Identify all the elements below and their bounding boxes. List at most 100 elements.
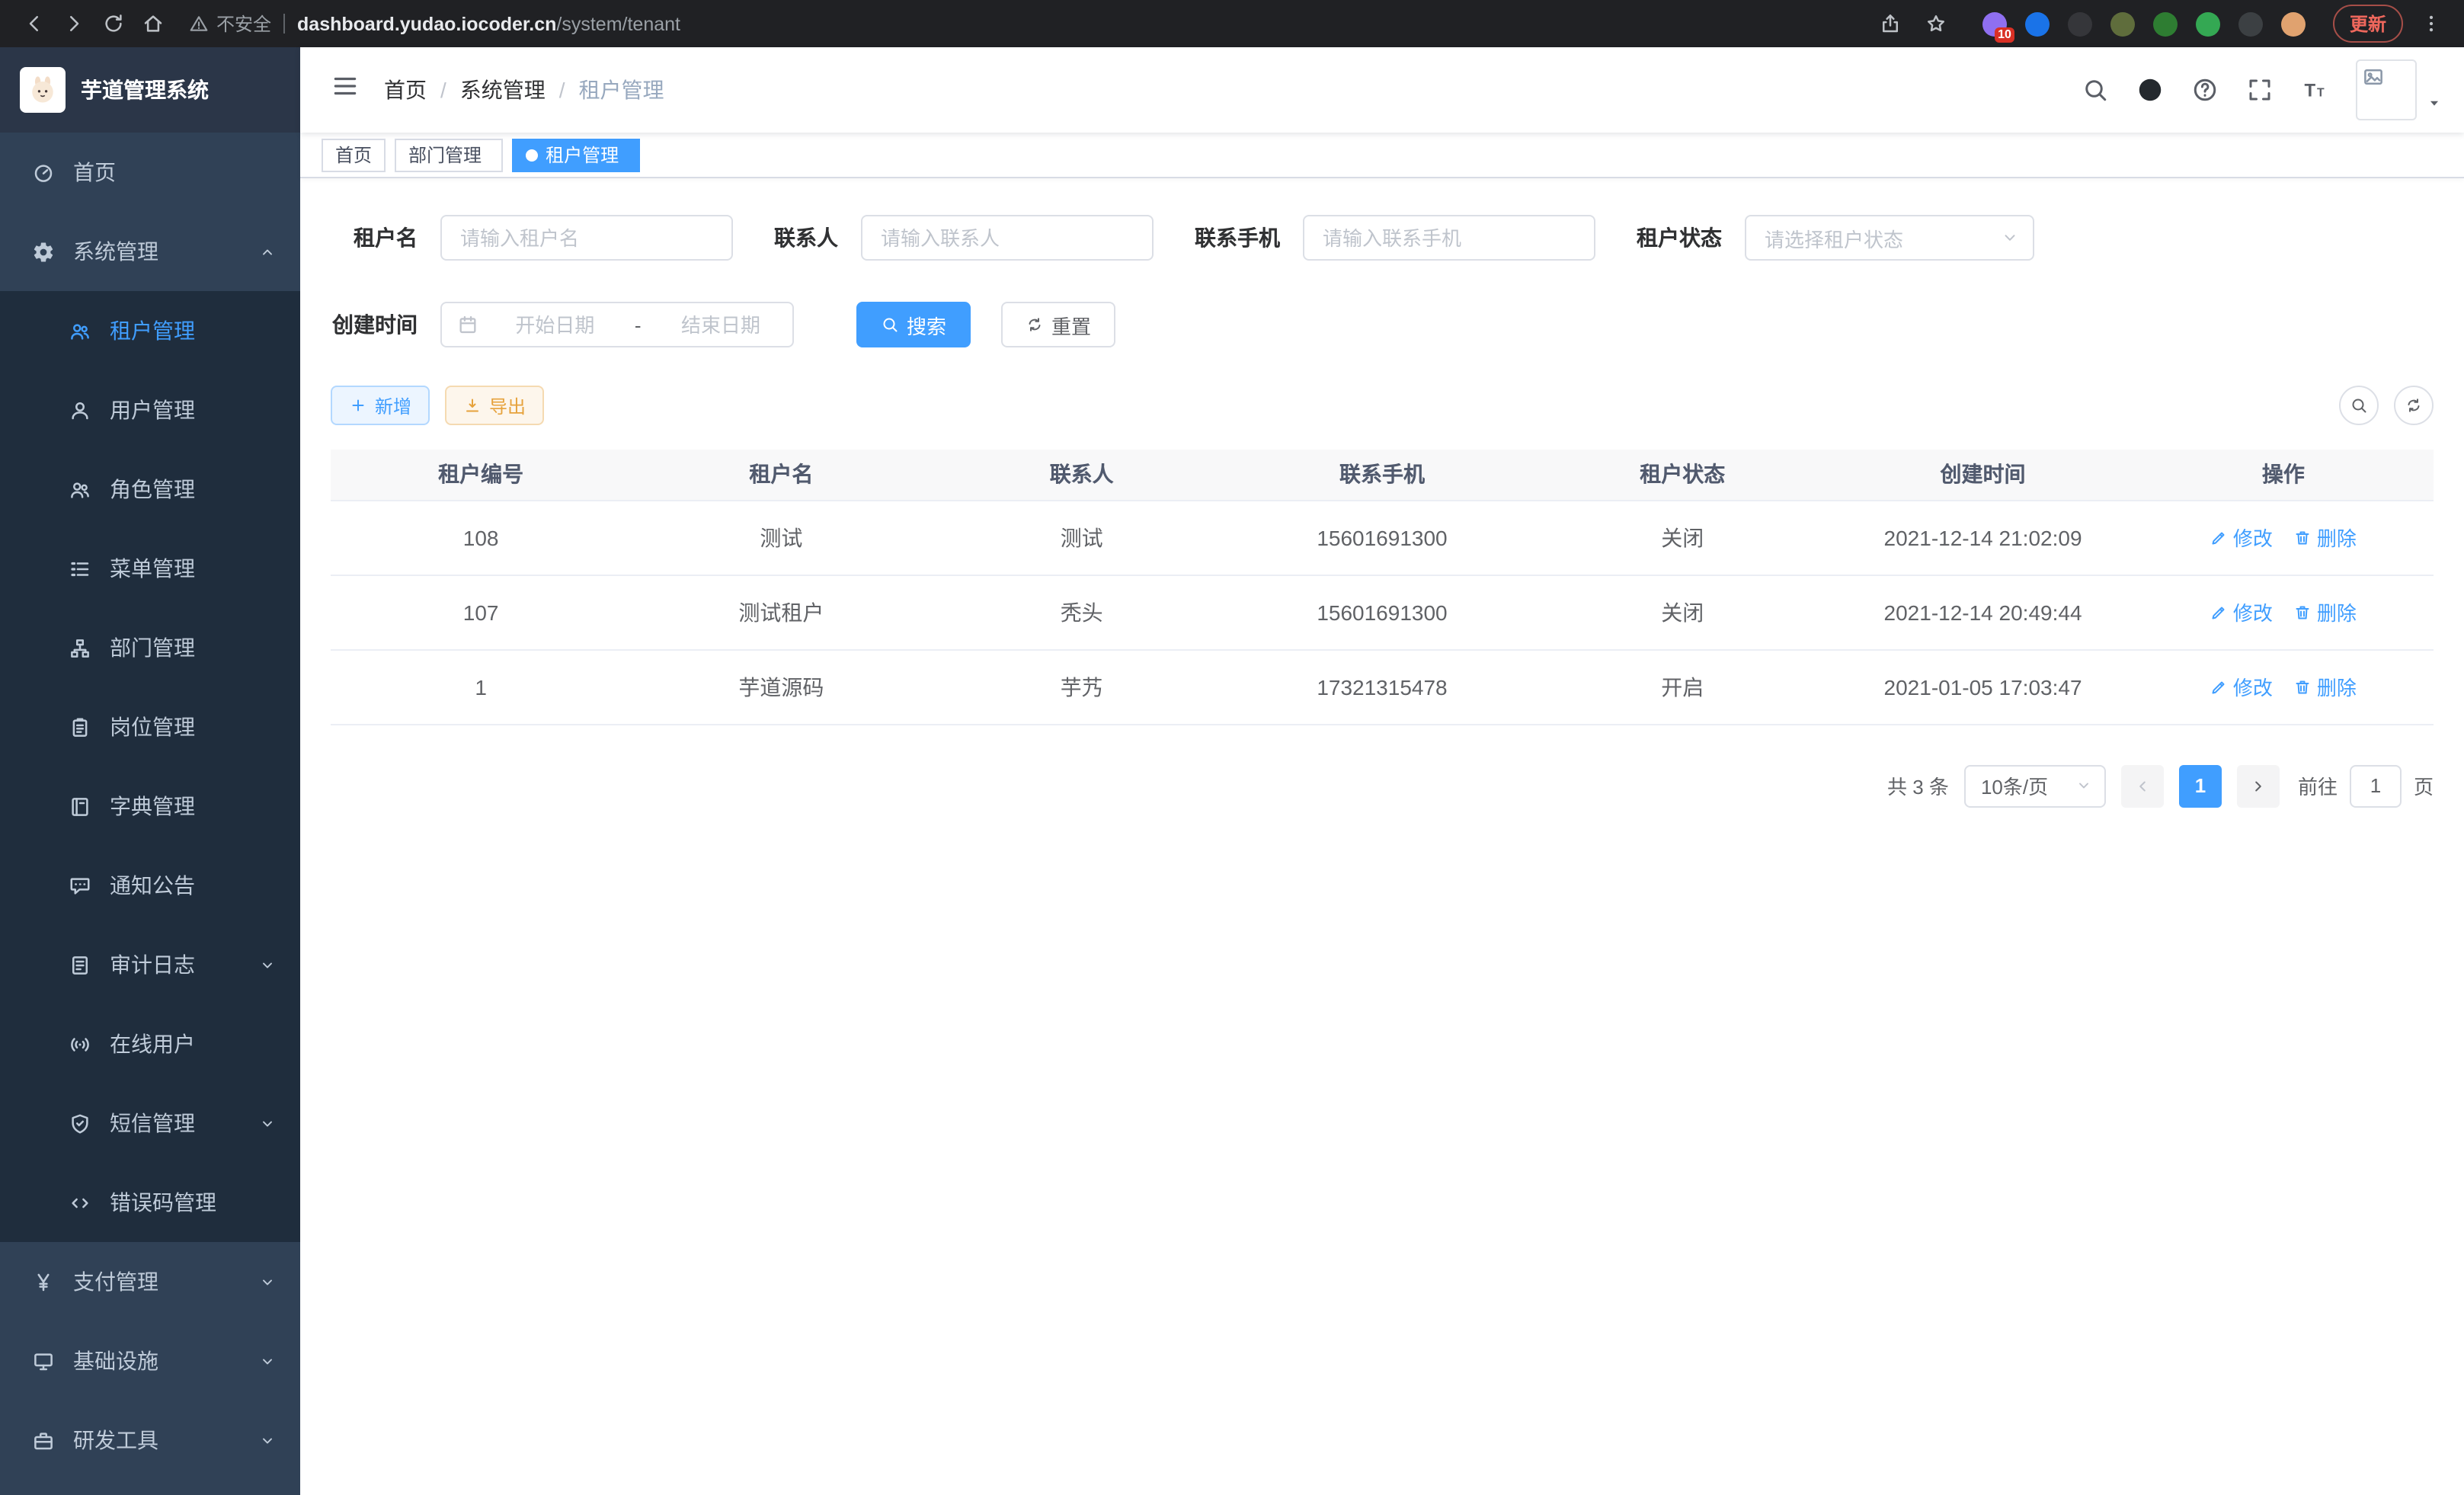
breadcrumb-separator: / <box>559 78 565 102</box>
view-tab-0[interactable]: 首页 <box>322 138 386 171</box>
status-select[interactable]: 请选择租户状态 <box>1745 215 2034 261</box>
extension-icon[interactable] <box>2025 11 2050 36</box>
browser-forward-button[interactable] <box>55 5 91 42</box>
add-button[interactable]: 新增 <box>331 386 430 425</box>
font-size-button[interactable]: TT <box>2301 76 2328 104</box>
chevron-down-icon <box>259 1273 276 1290</box>
sidebar-item-online-user[interactable]: 在线用户 <box>0 1004 300 1084</box>
start-date-input[interactable] <box>498 313 611 336</box>
table-row: 107测试租户秃头15601691300关闭2021-12-14 20:49:4… <box>331 575 2434 649</box>
sidebar-item-dict[interactable]: 字典管理 <box>0 767 300 846</box>
page-1-button[interactable]: 1 <box>2179 764 2222 807</box>
chevron-down-icon <box>259 956 276 973</box>
share-button[interactable] <box>1873 5 1909 42</box>
collapse-sidebar-button[interactable] <box>322 71 369 109</box>
date-range-separator: - <box>632 313 645 336</box>
extension-icon[interactable] <box>2196 11 2220 36</box>
share-icon <box>1880 12 1902 35</box>
user-menu[interactable] <box>2356 59 2443 120</box>
extension-icon[interactable] <box>2238 11 2263 36</box>
sidebar-item-dept[interactable]: 部门管理 <box>0 608 300 687</box>
sidebar-item-role[interactable]: 角色管理 <box>0 450 300 529</box>
tab-label: 部门管理 <box>408 142 482 168</box>
row-edit-button[interactable]: 修改 <box>2210 597 2273 626</box>
fullscreen-icon <box>2246 76 2274 104</box>
extension-icon[interactable] <box>2281 11 2306 36</box>
row-delete-button[interactable]: 删除 <box>2294 672 2357 701</box>
sidebar-item-post[interactable]: 岗位管理 <box>0 687 300 767</box>
date-range-picker[interactable]: - <box>440 302 794 347</box>
github-link[interactable] <box>2136 76 2164 104</box>
breadcrumb-home[interactable]: 首页 <box>384 75 427 105</box>
extension-icon[interactable] <box>2153 11 2178 36</box>
filter-tenant-name: 租户名 <box>331 215 733 261</box>
sidebar-item-label: 审计日志 <box>110 949 195 980</box>
phone-input[interactable] <box>1323 226 1576 249</box>
browser-home-button[interactable] <box>134 5 171 42</box>
search-button[interactable]: 搜索 <box>856 302 971 347</box>
reset-button[interactable]: 重置 <box>1001 302 1115 347</box>
bookmark-button[interactable] <box>1918 5 1955 42</box>
next-page-button[interactable] <box>2237 764 2280 807</box>
browser-menu-button[interactable] <box>2412 5 2449 42</box>
sidebar-item-menu[interactable]: 菜单管理 <box>0 529 300 608</box>
sidebar-item-notice[interactable]: 通知公告 <box>0 846 300 925</box>
contact-input[interactable] <box>881 226 1134 249</box>
breadcrumb-system[interactable]: 系统管理 <box>460 75 546 105</box>
screen: 不安全 dashboard.yudao.iocoder.cn/system/te… <box>0 0 2464 1495</box>
app-logo[interactable]: 芋道管理系统 <box>0 47 300 133</box>
sidebar-item-pay[interactable]: 支付管理 <box>0 1242 300 1321</box>
table-row: 108测试测试15601691300关闭2021-12-14 21:02:09修… <box>331 500 2434 575</box>
view-tab-1[interactable]: 部门管理 <box>395 138 503 171</box>
chevron-down-icon <box>259 1115 276 1132</box>
sidebar-item-audit-log[interactable]: 审计日志 <box>0 925 300 1004</box>
page-unit-label: 页 <box>2414 771 2434 800</box>
security-status[interactable]: 不安全 <box>189 11 271 37</box>
header-search-button[interactable] <box>2082 76 2109 104</box>
end-date-input[interactable] <box>664 313 777 336</box>
goto-page-input[interactable] <box>2350 764 2402 807</box>
sidebar-item-infra[interactable]: 基础设施 <box>0 1321 300 1401</box>
row-edit-button[interactable]: 修改 <box>2210 672 2273 701</box>
sidebar-item-label: 支付管理 <box>73 1266 158 1297</box>
row-delete-button[interactable]: 删除 <box>2294 523 2357 552</box>
filter-phone: 联系手机 <box>1195 215 1595 261</box>
extension-icon[interactable]: 10 <box>1982 11 2007 36</box>
message-icon <box>67 874 91 897</box>
toolbox-icon <box>30 1429 55 1452</box>
chrome-update-button[interactable]: 更新 <box>2333 5 2403 43</box>
refresh-list-button[interactable] <box>2394 386 2434 425</box>
people-icon <box>67 319 91 342</box>
sidebar-item-label: 首页 <box>73 157 116 187</box>
sidebar-item-sms[interactable]: 短信管理 <box>0 1084 300 1163</box>
cell-status: 开启 <box>1532 649 1832 724</box>
kebab-icon <box>2419 12 2442 35</box>
column-header: 租户名 <box>631 450 931 500</box>
sidebar-item-user[interactable]: 用户管理 <box>0 370 300 450</box>
browser-back-button[interactable] <box>15 5 52 42</box>
view-tab-2[interactable]: 租户管理 <box>512 138 640 171</box>
show-search-button[interactable] <box>2339 386 2379 425</box>
extension-icon[interactable] <box>2110 11 2135 36</box>
calendar-icon <box>457 314 478 335</box>
browser-reload-button[interactable] <box>94 5 131 42</box>
prev-page-button[interactable] <box>2121 764 2164 807</box>
help-button[interactable] <box>2191 76 2219 104</box>
pagination-goto: 前往 页 <box>2298 764 2434 807</box>
user-avatar <box>2356 59 2417 120</box>
row-edit-button[interactable]: 修改 <box>2210 523 2273 552</box>
extension-icon[interactable] <box>2068 11 2092 36</box>
sidebar-item-tenant[interactable]: 租户管理 <box>0 291 300 370</box>
sidebar-item-error-code[interactable]: 错误码管理 <box>0 1163 300 1242</box>
export-button[interactable]: 导出 <box>445 386 544 425</box>
row-delete-button[interactable]: 删除 <box>2294 597 2357 626</box>
fullscreen-button[interactable] <box>2246 76 2274 104</box>
page-size-select[interactable]: 10条/页 <box>1964 764 2106 807</box>
tenant-name-input[interactable] <box>460 226 713 249</box>
sidebar-item-system[interactable]: 系统管理 <box>0 212 300 291</box>
address-bar[interactable]: 不安全 dashboard.yudao.iocoder.cn/system/te… <box>189 11 1870 37</box>
status-placeholder: 请选择租户状态 <box>1765 223 1903 252</box>
sidebar-item-devtool[interactable]: 研发工具 <box>0 1401 300 1480</box>
sidebar-item-home[interactable]: 首页 <box>0 133 300 212</box>
search-icon <box>881 315 899 334</box>
